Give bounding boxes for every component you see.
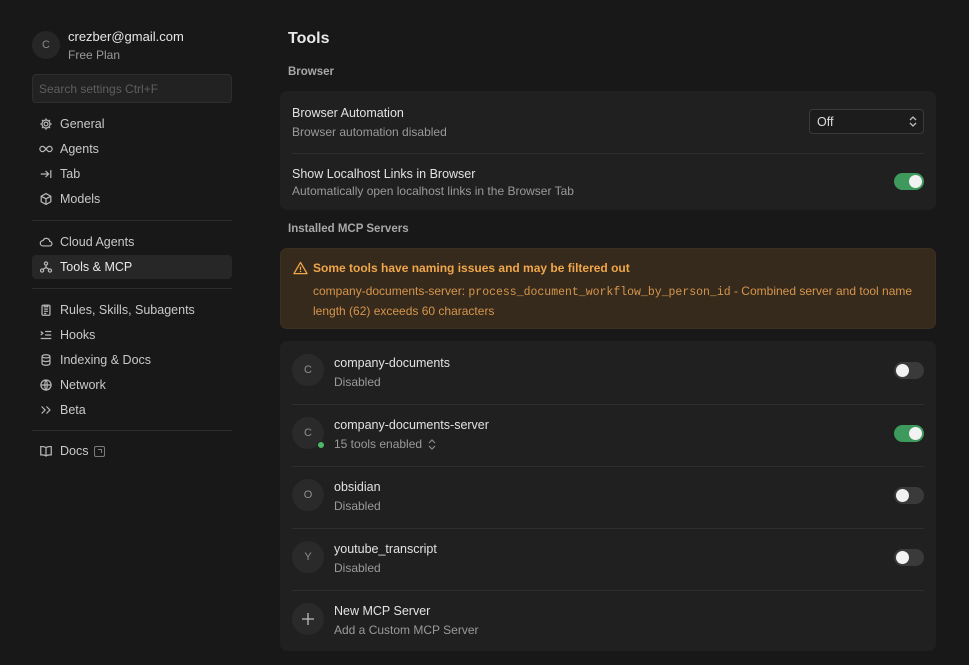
warning-triangle-icon bbox=[293, 261, 308, 275]
database-icon bbox=[38, 352, 54, 368]
server-status: Disabled bbox=[334, 499, 381, 513]
settings-sidebar: C crezber@gmail.com Free Plan General Ag… bbox=[0, 0, 248, 665]
globe-icon bbox=[38, 377, 54, 393]
server-avatar: Y bbox=[292, 541, 324, 573]
sidebar-item-label: Rules, Skills, Subagents bbox=[60, 303, 195, 317]
row-divider bbox=[292, 590, 924, 591]
network-nodes-icon bbox=[38, 259, 54, 275]
sidebar-item-label: Tab bbox=[60, 167, 81, 181]
mcp-server-row: C company-documents Disabled bbox=[292, 354, 924, 389]
sidebar-item-tools-mcp[interactable]: Tools & MCP bbox=[32, 255, 232, 279]
sidebar-item-label: Docs bbox=[60, 444, 89, 458]
server-avatar: O bbox=[292, 479, 324, 511]
row-divider bbox=[292, 466, 924, 467]
cloud-icon bbox=[38, 234, 54, 250]
updown-chevron-icon bbox=[909, 115, 917, 128]
new-server-title: New MCP Server bbox=[334, 604, 431, 618]
nav-group-config: Rules, Skills, Subagents Hooks Indexing … bbox=[32, 298, 232, 423]
tools-count-dropdown[interactable]: 15 tools enabled bbox=[334, 436, 436, 452]
select-value: Off bbox=[817, 114, 834, 129]
online-status-dot bbox=[317, 441, 325, 449]
settings-search-input[interactable] bbox=[32, 74, 232, 103]
nav-group-core: General Agents Tab Models bbox=[32, 112, 232, 212]
gear-icon bbox=[38, 116, 54, 132]
plus-icon bbox=[292, 603, 324, 635]
sidebar-item-label: Agents bbox=[60, 142, 99, 156]
sidebar-item-indexing-docs[interactable]: Indexing & Docs bbox=[32, 348, 232, 372]
localhost-links-subtitle: Automatically open localhost links in th… bbox=[292, 184, 574, 198]
sidebar-item-label: Models bbox=[60, 192, 101, 206]
server-avatar: C bbox=[292, 417, 325, 449]
account-info: C crezber@gmail.com Free Plan bbox=[32, 29, 184, 63]
hooks-list-icon bbox=[38, 327, 54, 343]
updown-chevron-icon bbox=[428, 438, 436, 450]
nav-group-tools: Cloud Agents Tools & MCP bbox=[32, 230, 232, 280]
new-server-subtitle: Add a Custom MCP Server bbox=[334, 623, 479, 637]
browser-settings-card: Browser Automation Browser automation di… bbox=[280, 91, 936, 210]
cube-icon bbox=[38, 191, 54, 207]
server-toggle-obsidian[interactable] bbox=[894, 487, 924, 504]
server-name[interactable]: obsidian bbox=[334, 479, 381, 495]
sidebar-item-label: General bbox=[60, 117, 105, 131]
sidebar-divider bbox=[32, 220, 232, 221]
user-avatar[interactable]: C bbox=[32, 31, 60, 59]
sidebar-divider bbox=[32, 430, 232, 431]
mcp-server-row: C company-documents-server 15 tools enab… bbox=[292, 417, 924, 452]
server-name[interactable]: company-documents bbox=[334, 355, 450, 371]
sidebar-item-models[interactable]: Models bbox=[32, 187, 232, 211]
row-divider bbox=[292, 528, 924, 529]
nav-group-docs: Docs bbox=[32, 439, 232, 464]
sidebar-item-cloud-agents[interactable]: Cloud Agents bbox=[32, 230, 232, 254]
section-label-browser: Browser bbox=[288, 66, 335, 78]
page-title: Tools bbox=[288, 30, 330, 47]
sidebar-item-label: Tools & MCP bbox=[60, 260, 133, 274]
server-name[interactable]: company-documents-server bbox=[334, 417, 489, 433]
infinity-icon bbox=[38, 141, 54, 157]
sidebar-item-docs[interactable]: Docs bbox=[32, 439, 232, 463]
server-toggle-company-documents-server[interactable] bbox=[894, 425, 924, 442]
account-plan: Free Plan bbox=[68, 48, 121, 62]
sidebar-item-label: Hooks bbox=[60, 328, 96, 342]
localhost-links-row: Show Localhost Links in Browser Automati… bbox=[292, 166, 924, 199]
sidebar-item-label: Beta bbox=[60, 403, 86, 417]
localhost-links-title: Show Localhost Links in Browser bbox=[292, 167, 476, 181]
sidebar-item-hooks[interactable]: Hooks bbox=[32, 323, 232, 347]
new-mcp-server-button[interactable]: New MCP Server Add a Custom MCP Server bbox=[292, 603, 924, 637]
localhost-links-toggle[interactable] bbox=[894, 173, 924, 190]
tab-arrow-icon bbox=[38, 166, 54, 182]
double-chevron-icon bbox=[38, 402, 54, 418]
sidebar-item-rules[interactable]: Rules, Skills, Subagents bbox=[32, 298, 232, 322]
sidebar-item-beta[interactable]: Beta bbox=[32, 398, 232, 422]
mcp-server-row: Y youtube_transcript Disabled bbox=[292, 541, 924, 575]
server-status: Disabled bbox=[334, 375, 381, 389]
row-divider bbox=[292, 153, 924, 154]
sidebar-item-label: Network bbox=[60, 378, 106, 392]
server-avatar: C bbox=[292, 354, 324, 386]
mcp-servers-card: C company-documents Disabled C company-d… bbox=[280, 341, 936, 651]
sidebar-item-network[interactable]: Network bbox=[32, 373, 232, 397]
sidebar-item-agents[interactable]: Agents bbox=[32, 137, 232, 161]
warning-title: Some tools have naming issues and may be… bbox=[293, 261, 630, 275]
server-toggle-youtube-transcript[interactable] bbox=[894, 549, 924, 566]
external-link-icon bbox=[94, 445, 106, 457]
section-label-mcp: Installed MCP Servers bbox=[288, 223, 409, 235]
server-status: Disabled bbox=[334, 561, 381, 575]
server-toggle-company-documents[interactable] bbox=[894, 362, 924, 379]
sidebar-item-tab[interactable]: Tab bbox=[32, 162, 232, 186]
sidebar-item-label: Cloud Agents bbox=[60, 235, 135, 249]
browser-automation-select[interactable]: Off bbox=[809, 109, 924, 134]
naming-warning-banner: Some tools have naming issues and may be… bbox=[280, 248, 936, 329]
row-divider bbox=[292, 404, 924, 405]
mcp-server-row: O obsidian Disabled bbox=[292, 479, 924, 513]
sidebar-item-label: Indexing & Docs bbox=[60, 353, 152, 367]
account-email: crezber@gmail.com bbox=[68, 29, 184, 44]
sidebar-divider bbox=[32, 288, 232, 289]
clipboard-icon bbox=[38, 302, 54, 318]
book-icon bbox=[38, 443, 54, 459]
warning-message: company-documents-server: process_docume… bbox=[313, 284, 913, 318]
sidebar-item-general[interactable]: General bbox=[32, 112, 232, 136]
server-name[interactable]: youtube_transcript bbox=[334, 541, 437, 557]
